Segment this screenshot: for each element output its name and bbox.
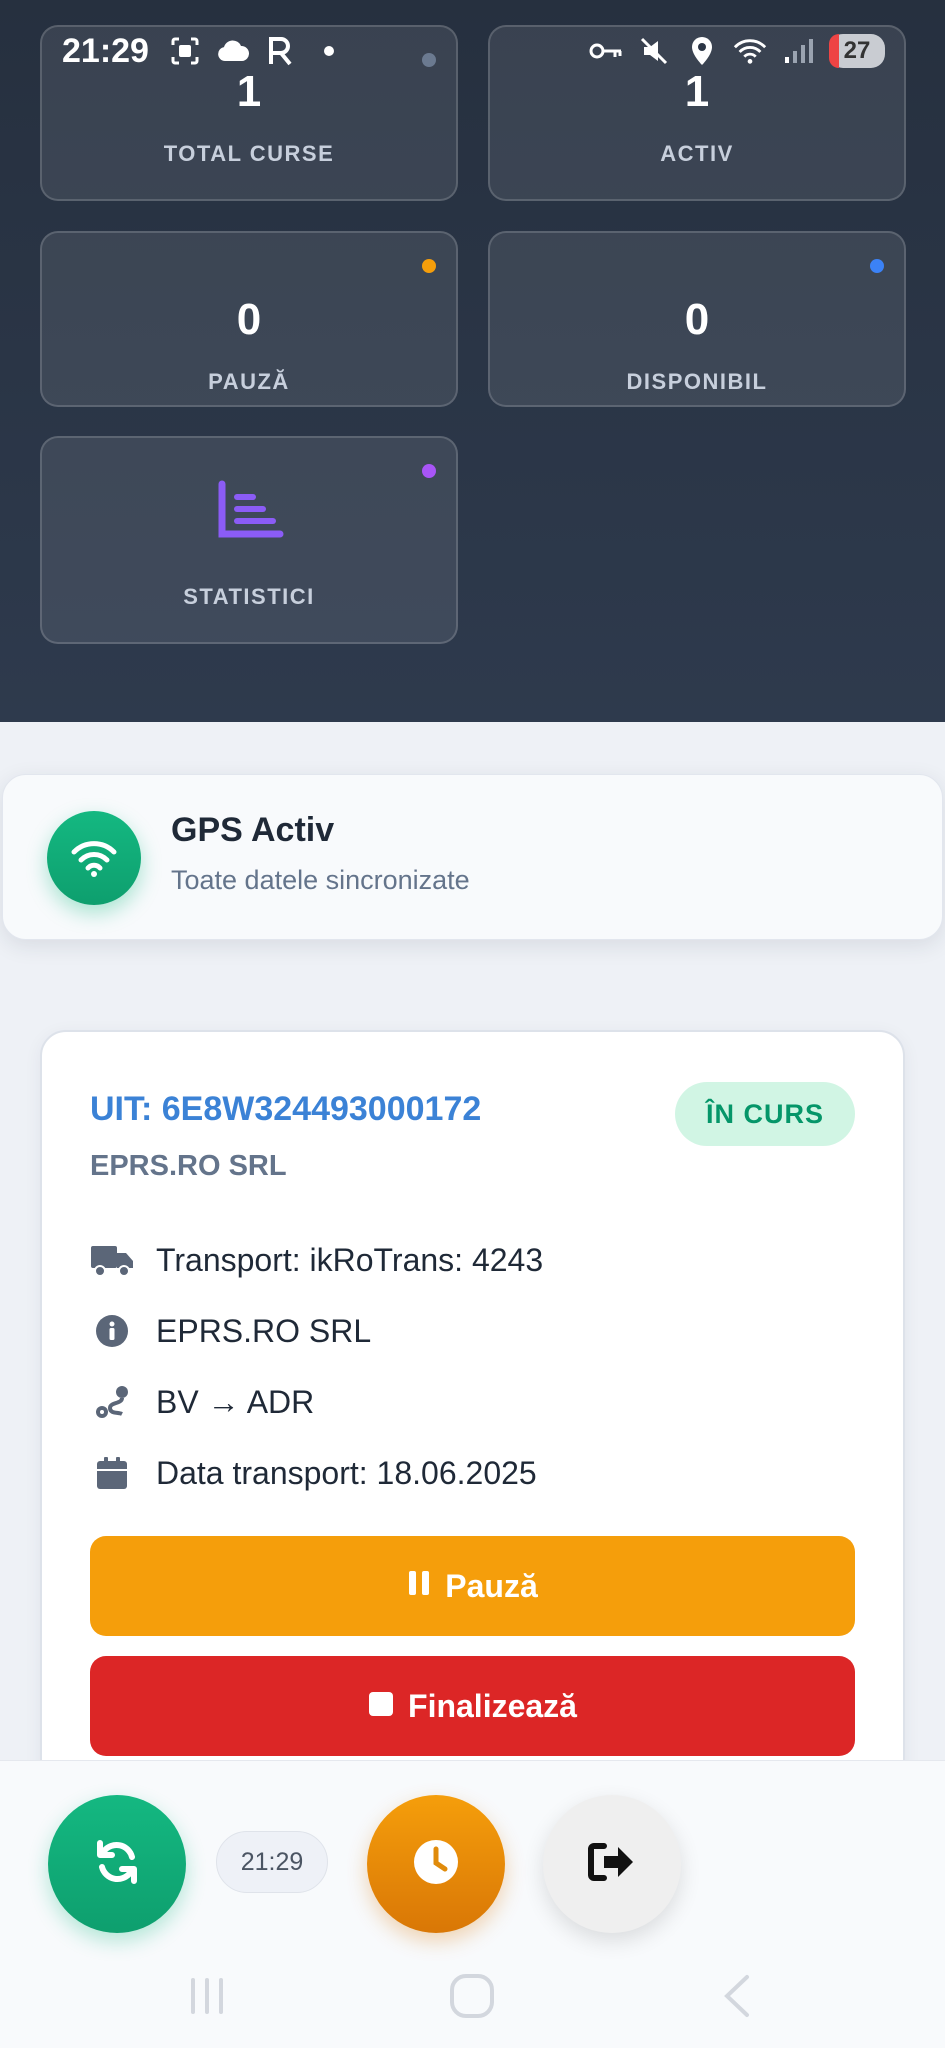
stat-card-statistici[interactable]: STATISTICI <box>40 436 458 644</box>
status-left-icons <box>168 34 346 68</box>
location-icon <box>685 34 719 68</box>
route-label: BV → ADR <box>156 1383 315 1420</box>
r-icon <box>264 34 298 68</box>
info-icon <box>90 1309 134 1353</box>
stop-icon <box>368 1688 394 1725</box>
route-icon <box>90 1380 134 1424</box>
logout-button[interactable] <box>543 1795 681 1933</box>
battery-icon: 27 <box>829 34 885 68</box>
finish-label: Finalizează <box>408 1687 577 1724</box>
system-navigation-bar <box>0 1941 945 2048</box>
stat-label: TOTAL CURSE <box>163 141 335 166</box>
chart-bar-icon <box>216 480 284 547</box>
mute-icon <box>637 34 671 68</box>
clock-icon <box>411 1837 461 1892</box>
gps-title: GPS Activ <box>171 811 335 849</box>
transport-label: Transport: ikRoTrans: 4243 <box>156 1241 544 1278</box>
stat-card-disponibil[interactable]: 0 DISPONIBIL <box>488 231 906 407</box>
company-name: EPRS.RO SRL <box>90 1150 287 1182</box>
dot-icon <box>312 34 346 68</box>
uit-code: UIT: 6E8W324493000172 <box>90 1090 482 1128</box>
pause-icon <box>407 1568 431 1605</box>
info-row-date: Data transport: 18.06.2025 <box>90 1451 537 1495</box>
status-bar: 21:29 27 <box>0 0 945 104</box>
gps-subtitle: Toate datele sincronizate <box>171 865 470 895</box>
time-display: 21:29 <box>216 1831 328 1893</box>
status-dot <box>870 259 884 273</box>
info-row-transport: Transport: ikRoTrans: 4243 <box>90 1238 543 1282</box>
stat-card-pauza[interactable]: 0 PAUZĂ <box>40 231 458 407</box>
finish-button[interactable]: Finalizează <box>90 1656 855 1756</box>
screenshot-icon <box>168 34 202 68</box>
cloud-icon <box>216 34 250 68</box>
status-dot <box>422 464 436 478</box>
status-time: 21:29 <box>62 32 149 70</box>
clock-button[interactable] <box>367 1795 505 1933</box>
home-icon[interactable] <box>442 1971 502 2021</box>
stat-label: DISPONIBIL <box>626 369 768 394</box>
pause-button[interactable]: Pauză <box>90 1536 855 1636</box>
info-row-route: BV → ADR <box>90 1380 314 1424</box>
recent-apps-icon[interactable] <box>177 1971 237 2021</box>
pause-label: Pauză <box>445 1567 538 1604</box>
stat-value: 0 <box>684 295 710 344</box>
status-badge: ÎN CURS <box>675 1082 855 1146</box>
stat-label: ACTIV <box>660 141 734 166</box>
calendar-icon <box>90 1451 134 1495</box>
stat-label: PAUZĂ <box>208 369 290 394</box>
transport-card: UIT: 6E8W324493000172 EPRS.RO SRL ÎN CUR… <box>40 1030 905 1790</box>
status-dot <box>422 259 436 273</box>
company-label: EPRS.RO SRL <box>156 1312 372 1349</box>
truck-icon <box>90 1238 134 1282</box>
dashboard-header: 21:29 27 1 TOTAL CURSE 1 ACTIV 0 PAUZĂ 0… <box>0 0 945 722</box>
date-label: Data transport: 18.06.2025 <box>156 1454 537 1491</box>
bottom-action-bar: 21:29 <box>0 1760 945 2048</box>
info-row-company: EPRS.RO SRL <box>90 1309 371 1353</box>
stat-label: STATISTICI <box>183 584 315 609</box>
wifi-icon <box>47 811 141 905</box>
refresh-button[interactable] <box>48 1795 186 1933</box>
wifi-icon <box>733 34 767 68</box>
back-icon[interactable] <box>707 1971 767 2021</box>
refresh-icon <box>92 1837 142 1892</box>
stat-value: 0 <box>236 295 262 344</box>
signal-icon <box>781 34 815 68</box>
logout-icon <box>588 1842 636 1887</box>
key-icon <box>589 34 623 68</box>
gps-status-card: GPS Activ Toate datele sincronizate <box>2 774 943 940</box>
status-right-icons: 27 <box>589 34 885 68</box>
